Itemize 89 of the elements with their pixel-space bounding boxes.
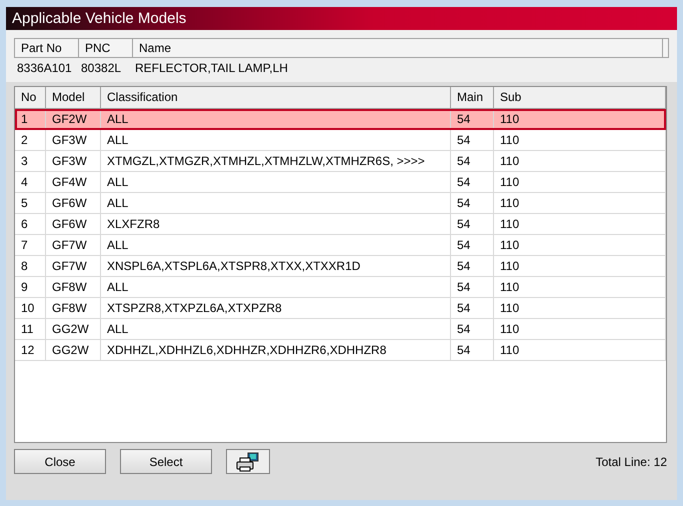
table-cell: 2 bbox=[15, 130, 46, 150]
table-cell: ALL bbox=[101, 277, 451, 297]
table-cell: 4 bbox=[15, 172, 46, 192]
table-cell: 54 bbox=[451, 172, 494, 192]
table-row[interactable]: 5 GF6W ALL 54 110 bbox=[15, 193, 666, 214]
column-header[interactable]: Model bbox=[46, 87, 101, 108]
table-cell: 12 bbox=[15, 340, 46, 360]
table-cell: XLXFZR8 bbox=[101, 214, 451, 234]
table-cell-text: REFLECTOR,TAIL LAMP,LH bbox=[134, 60, 289, 77]
table-cell: ALL bbox=[101, 319, 451, 339]
table-cell: GG2W bbox=[46, 319, 101, 339]
table-row[interactable]: 6 GF6W XLXFZR8 54 110 bbox=[15, 214, 666, 235]
table-cell: 54 bbox=[451, 193, 494, 213]
table-cell: 110 bbox=[494, 256, 666, 276]
table-cell: GF8W bbox=[46, 277, 101, 297]
table-cell: 11 bbox=[15, 319, 46, 339]
table-cell-text: 8336A101 bbox=[16, 60, 73, 77]
table-cell: XDHHZL,XDHHZL6,XDHHZR,XDHHZR6,XDHHZR8 bbox=[101, 340, 451, 360]
table-cell: 110 bbox=[494, 214, 666, 234]
table-cell: GF6W bbox=[46, 193, 101, 213]
table-cell: 10 bbox=[15, 298, 46, 318]
table-cell: 110 bbox=[494, 193, 666, 213]
table-row[interactable]: 7 GF7W ALL 54 110 bbox=[15, 235, 666, 256]
table-cell: XNSPL6A,XTSPL6A,XTSPR8,XTXX,XTXXR1D bbox=[101, 256, 451, 276]
table-cell: 9 bbox=[15, 277, 46, 297]
table-cell: 1 bbox=[15, 109, 46, 129]
column-header[interactable]: Classification bbox=[101, 87, 451, 108]
table-cell: 110 bbox=[494, 277, 666, 297]
table-row[interactable]: 10 GF8W XTSPZR8,XTXPZL6A,XTXPZR8 54 110 bbox=[15, 298, 666, 319]
print-button[interactable] bbox=[226, 449, 270, 474]
dialog-button[interactable]: Close bbox=[14, 449, 106, 474]
table-cell: ALL bbox=[101, 130, 451, 150]
column-header[interactable]: Sub bbox=[494, 87, 666, 108]
table-cell: 110 bbox=[494, 130, 666, 150]
table-cell: ALL bbox=[101, 109, 451, 129]
table-cell: GF7W bbox=[46, 235, 101, 255]
table-cell: 5 bbox=[15, 193, 46, 213]
table-cell: ALL bbox=[101, 193, 451, 213]
table-row[interactable]: 4 GF4W ALL 54 110 bbox=[15, 172, 666, 193]
table-row[interactable]: 12 GG2W XDHHZL,XDHHZL6,XDHHZR,XDHHZR6,XDHHZR8 54 110 bbox=[15, 340, 666, 361]
table-cell: GF6W bbox=[46, 214, 101, 234]
table-cell: 54 bbox=[451, 340, 494, 360]
dialog-button[interactable]: Select bbox=[120, 449, 212, 474]
table-row[interactable]: 1 GF2W ALL 54 110 bbox=[15, 109, 666, 130]
table-row[interactable]: 2 GF3W ALL 54 110 bbox=[15, 130, 666, 151]
table-cell: 54 bbox=[451, 235, 494, 255]
table-cell: GF7W bbox=[46, 256, 101, 276]
table-cell-text: 80382L bbox=[80, 60, 122, 77]
table-cell: GF8W bbox=[46, 298, 101, 318]
table-cell: 54 bbox=[451, 298, 494, 318]
column-header: Name bbox=[133, 39, 663, 57]
table-cell: 54 bbox=[451, 214, 494, 234]
window-title: Applicable Vehicle Models bbox=[6, 7, 677, 30]
table-cell: GF2W bbox=[46, 109, 101, 129]
table-cell: GF3W bbox=[46, 151, 101, 171]
column-header: Part No bbox=[15, 39, 79, 57]
column-header[interactable]: Main bbox=[451, 87, 494, 108]
table-cell: ALL bbox=[101, 235, 451, 255]
table-cell: 110 bbox=[494, 298, 666, 318]
printer-icon bbox=[236, 452, 260, 472]
table-cell: 110 bbox=[494, 172, 666, 192]
table-cell: 110 bbox=[494, 151, 666, 171]
table-cell: 7 bbox=[15, 235, 46, 255]
table-cell: 110 bbox=[494, 319, 666, 339]
table-cell: GF3W bbox=[46, 130, 101, 150]
table-cell: 110 bbox=[494, 109, 666, 129]
table-cell: 54 bbox=[451, 277, 494, 297]
table-cell: ALL bbox=[101, 172, 451, 192]
table-cell: XTMGZL,XTMGZR,XTMHZL,XTMHZLW,XTMHZR6S, >>>> bbox=[101, 151, 451, 171]
total-line-count: Total Line: 12 bbox=[596, 454, 667, 468]
table-row[interactable]: 3 GF3W XTMGZL,XTMGZR,XTMHZL,XTMHZLW,XTMHZR6S, >>>> 54 110 bbox=[15, 151, 666, 172]
table-cell: GG2W bbox=[46, 340, 101, 360]
table-cell: 54 bbox=[451, 130, 494, 150]
table-cell: 54 bbox=[451, 109, 494, 129]
table-cell: 110 bbox=[494, 235, 666, 255]
table-cell: 54 bbox=[451, 256, 494, 276]
table-cell: 8 bbox=[15, 256, 46, 276]
table-cell: 110 bbox=[494, 340, 666, 360]
table-cell: XTSPZR8,XTXPZL6A,XTXPZR8 bbox=[101, 298, 451, 318]
table-cell: 6 bbox=[15, 214, 46, 234]
column-header: PNC bbox=[79, 39, 133, 57]
table-row[interactable]: 9 GF8W ALL 54 110 bbox=[15, 277, 666, 298]
table-cell: 3 bbox=[15, 151, 46, 171]
table-cell: GF4W bbox=[46, 172, 101, 192]
table-cell: 54 bbox=[451, 151, 494, 171]
table-row[interactable]: 11 GG2W ALL 54 110 bbox=[15, 319, 666, 340]
table-row[interactable]: 8 GF7W XNSPL6A,XTSPL6A,XTSPR8,XTXX,XTXXR1D 54 110 bbox=[15, 256, 666, 277]
column-header[interactable]: No bbox=[15, 87, 46, 108]
table-cell: 54 bbox=[451, 319, 494, 339]
